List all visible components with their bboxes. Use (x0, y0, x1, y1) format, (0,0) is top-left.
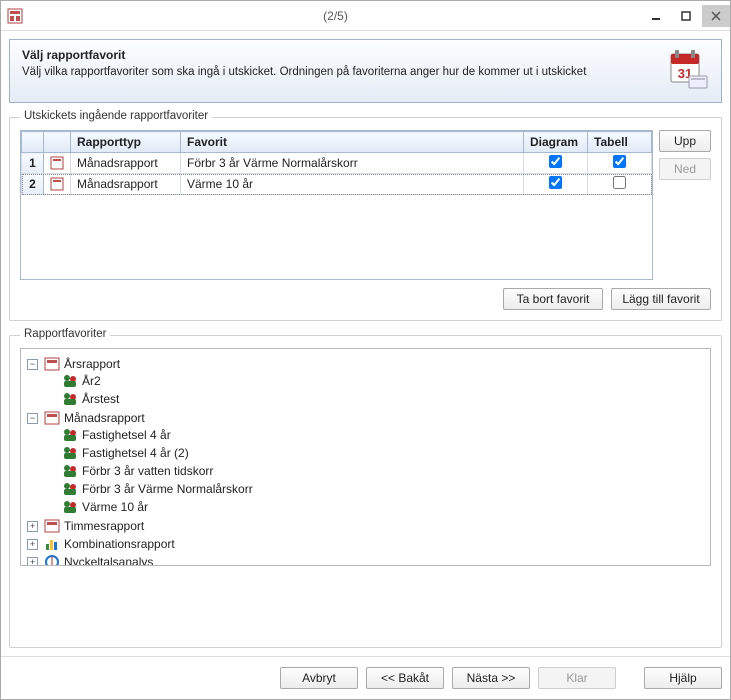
tree-leaf[interactable]: Förbr 3 år vatten tidskorr (45, 462, 706, 480)
tree-label: Förbr 3 år vatten tidskorr (82, 464, 213, 478)
tree-label: Nyckeltalsanalys (64, 555, 153, 566)
tree-label: Förbr 3 år Värme Normalårskorr (82, 482, 253, 496)
tree-label: Årsrapport (64, 357, 120, 371)
people-icon (62, 499, 78, 515)
cancel-button[interactable]: Avbryt (280, 667, 358, 689)
wizard-footer: Avbryt << Bakåt Nästa >> Klar Hjälp (1, 656, 730, 699)
tabell-checkbox[interactable] (613, 176, 626, 189)
table-row[interactable]: 2 Månadsrapport Värme 10 år (22, 174, 652, 195)
selected-favorites-legend: Utskickets ingående rapportfavoriter (20, 110, 212, 122)
calendar-icon: 31 (665, 48, 709, 92)
close-button[interactable] (702, 5, 730, 27)
tree-leaf[interactable]: År2 (45, 372, 706, 390)
collapse-icon[interactable]: − (27, 359, 38, 370)
tree-leaf[interactable]: Årstest (45, 390, 706, 408)
tabell-checkbox[interactable] (613, 155, 626, 168)
tree-label: Timmesrapport (64, 519, 144, 533)
favorites-group: Rapportfavoriter − Årsrapport (9, 335, 722, 648)
report-folder-icon (44, 356, 60, 372)
next-button[interactable]: Nästa >> (452, 667, 530, 689)
diagram-checkbox[interactable] (549, 155, 562, 168)
people-icon (62, 373, 78, 389)
favorites-tree[interactable]: − Årsrapport År2 (20, 348, 711, 566)
window-title: (2/5) (31, 9, 640, 23)
people-icon (62, 445, 78, 461)
tree-label: Fastighetsel 4 år (2) (82, 446, 189, 460)
favorites-legend: Rapportfavoriter (20, 328, 110, 340)
tree-label: Kombinationsrapport (64, 537, 175, 551)
banner-title: Välj rapportfavorit (22, 48, 657, 62)
tree-leaf[interactable]: Fastighetsel 4 år (45, 426, 706, 444)
table-row[interactable]: 1 Månadsrapport Förbr 3 år Värme Normalå… (22, 153, 652, 174)
collapse-icon[interactable]: − (27, 413, 38, 424)
move-down-button[interactable]: Ned (659, 158, 711, 180)
tree-leaf[interactable]: Förbr 3 år Värme Normalårskorr (45, 480, 706, 498)
tree-label: År2 (82, 374, 101, 388)
app-icon (7, 8, 23, 24)
tree-label: Årstest (82, 392, 119, 406)
selected-favorites-grid[interactable]: Rapporttyp Favorit Diagram Tabell 1 (20, 130, 653, 280)
expand-icon[interactable]: + (27, 557, 38, 567)
add-favorite-button[interactable]: Lägg till favorit (611, 288, 711, 310)
selected-favorites-group: Utskickets ingående rapportfavoriter Rap… (9, 117, 722, 321)
report-icon (44, 153, 71, 174)
titlebar: (2/5) (1, 1, 730, 31)
reorder-buttons: Upp Ned (659, 130, 711, 280)
tree-leaf[interactable]: Värme 10 år (45, 498, 706, 516)
maximize-button[interactable] (672, 5, 700, 27)
row-number: 2 (22, 174, 44, 195)
tree-node-nyckeltalsanalys[interactable]: + Nyckeltalsanalys (27, 553, 706, 566)
chart-icon (44, 536, 60, 552)
tree-node-timmesrapport[interactable]: + Timmesrapport (27, 517, 706, 535)
people-icon (62, 427, 78, 443)
tree-label: Fastighetsel 4 år (82, 428, 171, 442)
col-favorit[interactable]: Favorit (181, 132, 524, 153)
expand-icon[interactable]: + (27, 521, 38, 532)
remove-favorite-button[interactable]: Ta bort favorit (503, 288, 603, 310)
col-diagram[interactable]: Diagram (524, 132, 588, 153)
back-button[interactable]: << Bakåt (366, 667, 444, 689)
report-icon (44, 174, 71, 195)
expand-icon[interactable]: + (27, 539, 38, 550)
tree-node-manadsrapport[interactable]: − Månadsrapport Fastighetsel 4 år Fastig… (27, 409, 706, 517)
report-folder-icon (44, 410, 60, 426)
row-number: 1 (22, 153, 44, 174)
col-rapporttyp[interactable]: Rapporttyp (71, 132, 181, 153)
finish-button[interactable]: Klar (538, 667, 616, 689)
tree-label: Värme 10 år (82, 500, 148, 514)
cell-favorit: Förbr 3 år Värme Normalårskorr (181, 153, 524, 174)
diagram-checkbox[interactable] (549, 176, 562, 189)
help-button[interactable]: Hjälp (644, 667, 722, 689)
tree-node-kombinationsrapport[interactable]: + Kombinationsrapport (27, 535, 706, 553)
people-icon (62, 391, 78, 407)
banner-subtitle: Välj vilka rapportfavoriter som ska ingå… (22, 66, 657, 78)
content-area: Välj rapportfavorit Välj vilka rapportfa… (1, 31, 730, 656)
tree-label: Månadsrapport (64, 411, 145, 425)
cell-favorit: Värme 10 år (181, 174, 524, 195)
move-up-button[interactable]: Upp (659, 130, 711, 152)
wizard-banner: Välj rapportfavorit Välj vilka rapportfa… (9, 39, 722, 103)
tree-leaf[interactable]: Fastighetsel 4 år (2) (45, 444, 706, 462)
minimize-button[interactable] (642, 5, 670, 27)
cell-rapporttyp: Månadsrapport (71, 174, 181, 195)
report-folder-icon (44, 518, 60, 534)
window-controls (640, 5, 730, 27)
cell-rapporttyp: Månadsrapport (71, 153, 181, 174)
tree-node-arsrapport[interactable]: − Årsrapport År2 (27, 355, 706, 409)
people-icon (62, 463, 78, 479)
col-tabell[interactable]: Tabell (588, 132, 652, 153)
main-window: (2/5) Välj rapportfavorit Välj vilka rap… (0, 0, 731, 700)
people-icon (62, 481, 78, 497)
analysis-icon (44, 554, 60, 566)
